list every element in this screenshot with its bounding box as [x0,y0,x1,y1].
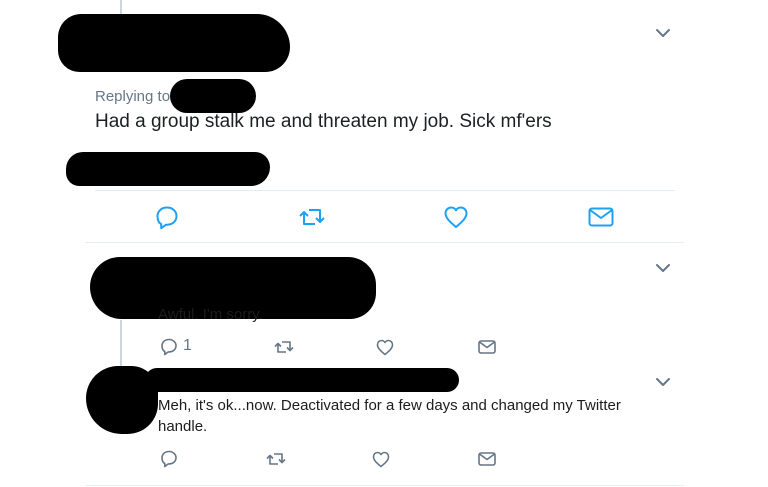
redacted-author-name [58,14,290,72]
retweet-icon[interactable] [265,449,287,469]
chevron-down-icon[interactable] [654,259,672,277]
chevron-down-icon[interactable] [654,24,672,42]
tweet-text: Had a group stalk me and threaten my job… [95,111,552,132]
replying-to-label: Replying to [95,88,171,105]
redacted-mention [170,79,256,113]
envelope-icon[interactable] [477,449,497,469]
envelope-icon[interactable] [587,203,615,231]
redacted-timestamp [66,152,270,186]
redacted-reply2-author [145,368,459,392]
bottom-divider [85,485,684,486]
section-divider [85,242,684,243]
tweet-divider [95,190,675,191]
retweet-icon[interactable] [297,203,327,231]
chevron-down-icon[interactable] [654,373,672,391]
heart-icon[interactable] [375,337,395,357]
retweet-icon[interactable] [273,337,295,357]
heart-icon[interactable] [371,449,391,469]
reply-icon[interactable] [159,337,179,357]
reply1-reply-count: 1 [183,337,192,354]
reply-icon[interactable] [159,449,179,469]
reply2-text: Meh, it's ok...now. Deactivated for a fe… [158,397,621,435]
heart-icon[interactable] [442,203,470,231]
thread-line-top [120,0,122,14]
envelope-icon[interactable] [477,337,497,357]
reply1-text: Awful. I'm sorry. [158,306,263,323]
reply-icon[interactable] [153,203,181,231]
